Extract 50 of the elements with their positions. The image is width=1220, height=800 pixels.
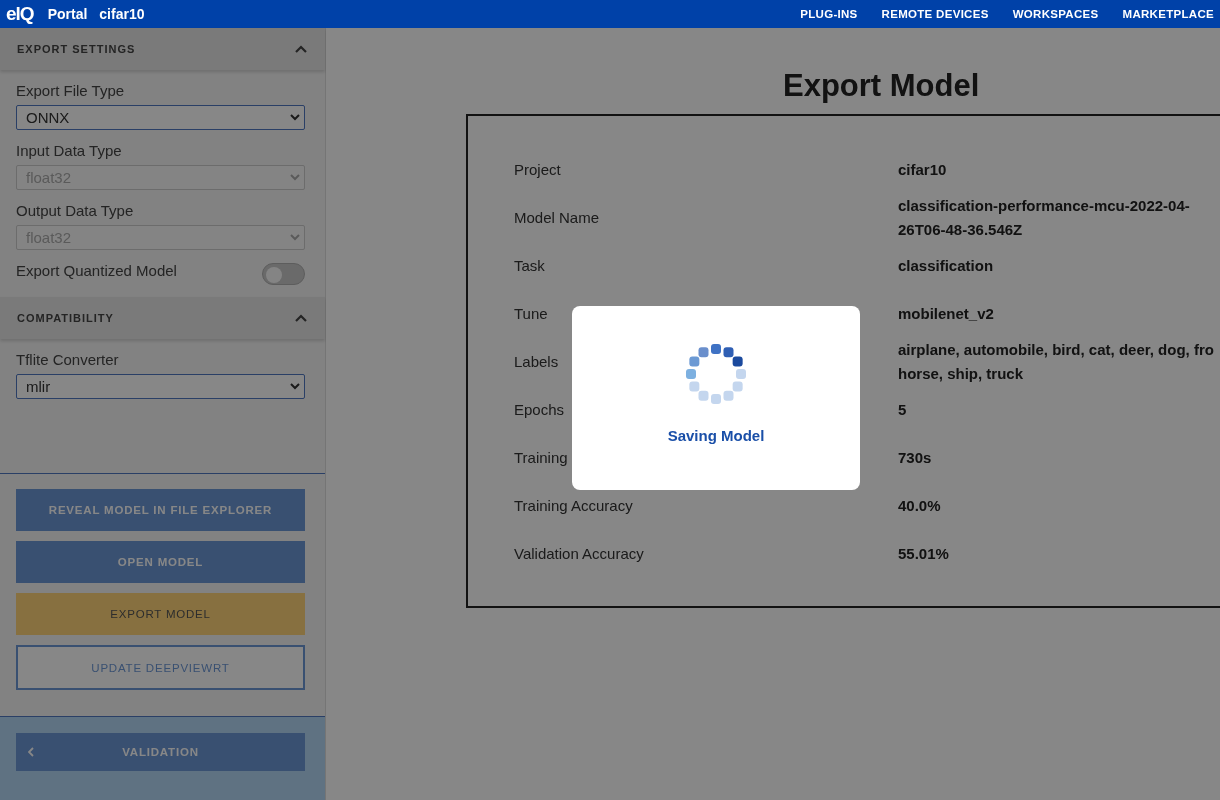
chevron-down-icon — [290, 383, 300, 390]
detail-label: Tune — [514, 304, 548, 324]
detail-value: cifar10 — [898, 160, 948, 180]
field-label: Export File Type — [16, 82, 126, 99]
loading-spinner-icon — [685, 343, 747, 405]
toggle-label: Export Quantized Model — [16, 262, 177, 279]
chevron-left-icon — [28, 747, 34, 757]
section-header[interactable]: EXPORT SETTINGS — [0, 28, 325, 70]
detail-label: Epochs — [514, 400, 565, 420]
nav-link[interactable]: WORKSPACES — [1012, 8, 1099, 20]
detail-value: 40.0% — [898, 496, 942, 516]
project-name: cifar10 — [99, 6, 145, 22]
field-label: Tflite Converter — [16, 351, 120, 368]
outline-button[interactable]: UPDATE DEEPVIEWRT — [16, 645, 305, 690]
section-header[interactable]: COMPATIBILITY — [0, 297, 325, 339]
page-title: Export Model — [783, 68, 980, 104]
field-label: Input Data Type — [16, 142, 123, 159]
detail-label: Training — [514, 448, 568, 468]
chevron-down-icon — [290, 234, 300, 241]
detail-label: Training Accuracy — [514, 496, 633, 516]
detail-value: airplane, automobile, bird, cat, deer, dog, fro horse, ship, truck — [898, 340, 1215, 384]
detail-label: Validation Accuracy — [514, 544, 644, 564]
detail-label: Labels — [514, 352, 559, 372]
app-name: Portal — [47, 6, 88, 22]
toggle-switch[interactable] — [262, 262, 305, 285]
action-button[interactable]: EXPORT MODEL — [16, 593, 305, 635]
detail-value: 55.01% — [898, 544, 950, 564]
logo: elQ — [6, 3, 34, 25]
loading-message: Saving Model — [667, 427, 765, 444]
detail-value: mobilenet_v2 — [898, 304, 995, 324]
back-button[interactable]: VALIDATION — [16, 733, 305, 771]
detail-label: Project — [514, 160, 561, 180]
detail-value: 5 — [898, 400, 908, 420]
detail-label: Task — [514, 256, 545, 276]
detail-value: classification — [898, 256, 995, 276]
nav-link[interactable]: MARKETPLACE — [1122, 8, 1214, 20]
nav-link[interactable]: REMOTE DEVICES — [881, 8, 989, 20]
detail-label: Model Name — [514, 208, 600, 228]
chevron-up-icon — [295, 314, 307, 322]
chevron-down-icon — [290, 174, 300, 181]
detail-value: classification-performance-mcu-2022-04- 26T06-48-36.546Z — [898, 196, 1191, 240]
dropdown[interactable]: mlir — [16, 374, 305, 399]
nav-link[interactable]: PLUG-INS — [800, 8, 858, 20]
action-button[interactable]: OPEN MODEL — [16, 541, 305, 583]
chevron-up-icon — [295, 45, 307, 53]
detail-value: 730s — [898, 448, 933, 468]
dropdown[interactable]: ONNX — [16, 105, 305, 130]
chevron-down-icon — [290, 114, 300, 121]
field-label: Output Data Type — [16, 202, 135, 219]
action-button[interactable]: REVEAL MODEL IN FILE EXPLORER — [16, 489, 305, 531]
